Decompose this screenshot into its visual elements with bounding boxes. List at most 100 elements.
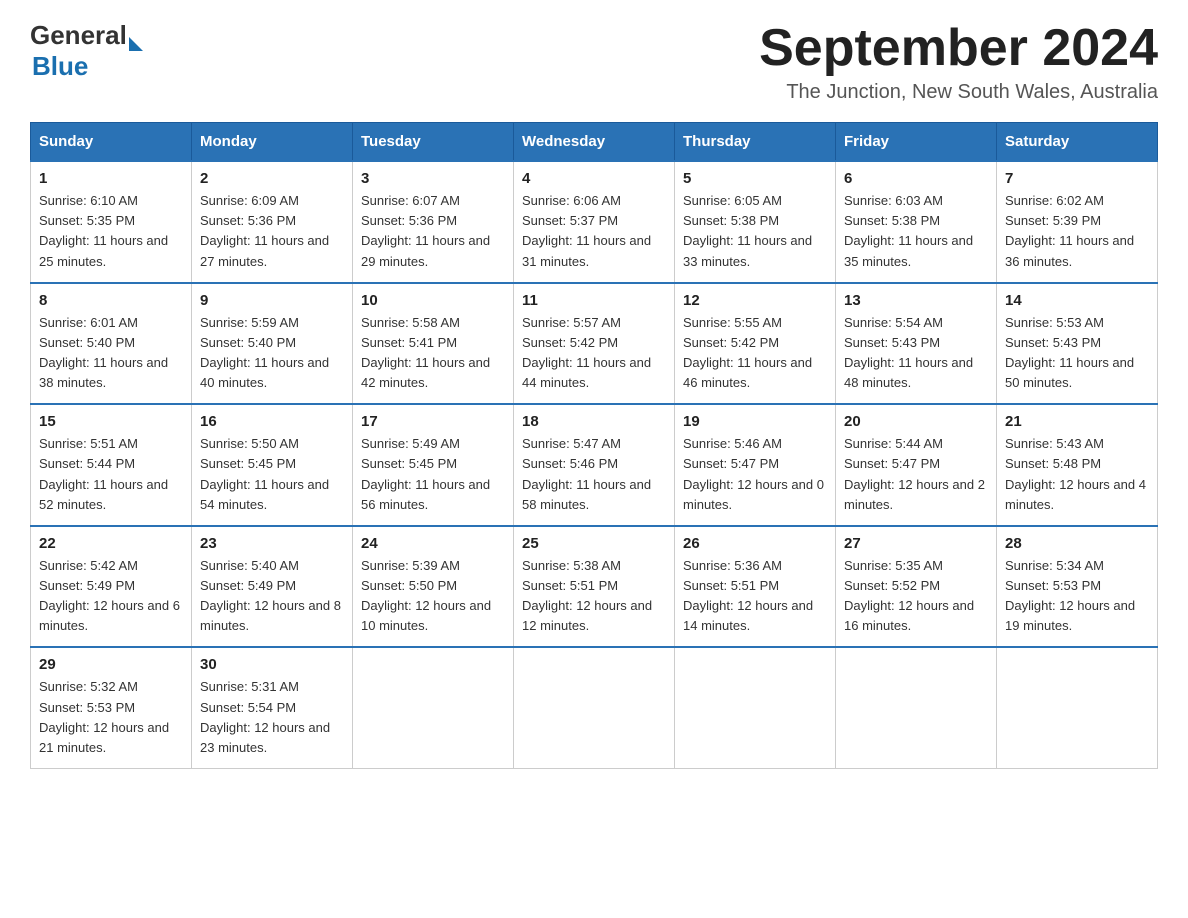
day-number: 30 bbox=[200, 656, 344, 673]
day-info: Sunrise: 6:10 AMSunset: 5:35 PMDaylight:… bbox=[39, 191, 183, 272]
day-cell: 3Sunrise: 6:07 AMSunset: 5:36 PMDaylight… bbox=[353, 161, 514, 283]
day-number: 15 bbox=[39, 413, 183, 430]
day-info: Sunrise: 6:07 AMSunset: 5:36 PMDaylight:… bbox=[361, 191, 505, 272]
day-info: Sunrise: 5:54 AMSunset: 5:43 PMDaylight:… bbox=[844, 313, 988, 394]
day-cell bbox=[675, 647, 836, 768]
day-cell: 13 Sunrise: 5:54 AMSunset: 5:43 PMDayligh… bbox=[836, 283, 997, 405]
day-header-saturday: Saturday bbox=[997, 123, 1158, 162]
day-info: Sunrise: 5:36 AMSunset: 5:51 PMDaylight:… bbox=[683, 556, 827, 637]
day-cell bbox=[353, 647, 514, 768]
day-cell bbox=[514, 647, 675, 768]
day-cell: 19Sunrise: 5:46 AMSunset: 5:47 PMDayligh… bbox=[675, 404, 836, 526]
day-info: Sunrise: 5:40 AMSunset: 5:49 PMDaylight:… bbox=[200, 556, 344, 637]
day-cell: 17 Sunrise: 5:49 AMSunset: 5:45 PMDayligh… bbox=[353, 404, 514, 526]
day-info: Sunrise: 5:39 AMSunset: 5:50 PMDaylight:… bbox=[361, 556, 505, 637]
day-number: 4 bbox=[522, 170, 666, 187]
day-info: Sunrise: 5:51 AMSunset: 5:44 PMDaylight:… bbox=[39, 434, 183, 515]
day-cell: 21 Sunrise: 5:43 AMSunset: 5:48 PMDayligh… bbox=[997, 404, 1158, 526]
day-number: 23 bbox=[200, 535, 344, 552]
day-info: Sunrise: 5:44 AMSunset: 5:47 PMDaylight:… bbox=[844, 434, 988, 515]
day-cell: 2Sunrise: 6:09 AMSunset: 5:36 PMDaylight… bbox=[192, 161, 353, 283]
day-cell: 16 Sunrise: 5:50 AMSunset: 5:45 PMDayligh… bbox=[192, 404, 353, 526]
day-cell: 7Sunrise: 6:02 AMSunset: 5:39 PMDaylight… bbox=[997, 161, 1158, 283]
location-subtitle: The Junction, New South Wales, Australia bbox=[759, 81, 1158, 104]
day-cell: 14 Sunrise: 5:53 AMSunset: 5:43 PMDayligh… bbox=[997, 283, 1158, 405]
day-info: Sunrise: 5:58 AMSunset: 5:41 PMDaylight:… bbox=[361, 313, 505, 394]
day-cell: 5Sunrise: 6:05 AMSunset: 5:38 PMDaylight… bbox=[675, 161, 836, 283]
day-cell: 25Sunrise: 5:38 AMSunset: 5:51 PMDayligh… bbox=[514, 526, 675, 648]
day-number: 11 bbox=[522, 292, 666, 309]
logo-blue: Blue bbox=[32, 51, 143, 82]
day-cell bbox=[997, 647, 1158, 768]
day-cell: 9 Sunrise: 5:59 AMSunset: 5:40 PMDaylight… bbox=[192, 283, 353, 405]
day-cell: 6 Sunrise: 6:03 AMSunset: 5:38 PMDaylight… bbox=[836, 161, 997, 283]
week-row-3: 15 Sunrise: 5:51 AMSunset: 5:44 PMDayligh… bbox=[31, 404, 1158, 526]
day-cell: 11 Sunrise: 5:57 AMSunset: 5:42 PMDayligh… bbox=[514, 283, 675, 405]
week-row-4: 22 Sunrise: 5:42 AMSunset: 5:49 PMDayligh… bbox=[31, 526, 1158, 648]
page-header: General Blue September 2024 The Junction… bbox=[30, 20, 1158, 104]
title-section: September 2024 The Junction, New South W… bbox=[759, 20, 1158, 104]
day-cell: 23 Sunrise: 5:40 AMSunset: 5:49 PMDayligh… bbox=[192, 526, 353, 648]
day-info: Sunrise: 5:43 AMSunset: 5:48 PMDaylight:… bbox=[1005, 434, 1149, 515]
day-number: 6 bbox=[844, 170, 988, 187]
day-info: Sunrise: 6:09 AMSunset: 5:36 PMDaylight:… bbox=[200, 191, 344, 272]
month-title: September 2024 bbox=[759, 20, 1158, 77]
day-number: 1 bbox=[39, 170, 183, 187]
day-info: Sunrise: 5:42 AMSunset: 5:49 PMDaylight:… bbox=[39, 556, 183, 637]
day-cell: 15 Sunrise: 5:51 AMSunset: 5:44 PMDayligh… bbox=[31, 404, 192, 526]
day-info: Sunrise: 6:01 AMSunset: 5:40 PMDaylight:… bbox=[39, 313, 183, 394]
day-number: 29 bbox=[39, 656, 183, 673]
day-number: 24 bbox=[361, 535, 505, 552]
day-info: Sunrise: 5:55 AMSunset: 5:42 PMDaylight:… bbox=[683, 313, 827, 394]
day-header-monday: Monday bbox=[192, 123, 353, 162]
day-cell: 26 Sunrise: 5:36 AMSunset: 5:51 PMDayligh… bbox=[675, 526, 836, 648]
day-cell: 4 Sunrise: 6:06 AMSunset: 5:37 PMDaylight… bbox=[514, 161, 675, 283]
day-number: 21 bbox=[1005, 413, 1149, 430]
day-number: 22 bbox=[39, 535, 183, 552]
logo-general: General bbox=[30, 20, 127, 51]
logo: General Blue bbox=[30, 20, 143, 82]
day-number: 19 bbox=[683, 413, 827, 430]
day-info: Sunrise: 5:32 AMSunset: 5:53 PMDaylight:… bbox=[39, 677, 183, 758]
day-cell: 29 Sunrise: 5:32 AMSunset: 5:53 PMDayligh… bbox=[31, 647, 192, 768]
day-number: 17 bbox=[361, 413, 505, 430]
day-cell: 10 Sunrise: 5:58 AMSunset: 5:41 PMDayligh… bbox=[353, 283, 514, 405]
day-cell: 12 Sunrise: 5:55 AMSunset: 5:42 PMDayligh… bbox=[675, 283, 836, 405]
day-cell: 1 Sunrise: 6:10 AMSunset: 5:35 PMDaylight… bbox=[31, 161, 192, 283]
day-info: Sunrise: 5:31 AMSunset: 5:54 PMDaylight:… bbox=[200, 677, 344, 758]
day-number: 14 bbox=[1005, 292, 1149, 309]
day-info: Sunrise: 5:53 AMSunset: 5:43 PMDaylight:… bbox=[1005, 313, 1149, 394]
day-header-sunday: Sunday bbox=[31, 123, 192, 162]
day-cell: 27Sunrise: 5:35 AMSunset: 5:52 PMDayligh… bbox=[836, 526, 997, 648]
day-cell: 28Sunrise: 5:34 AMSunset: 5:53 PMDayligh… bbox=[997, 526, 1158, 648]
day-header-thursday: Thursday bbox=[675, 123, 836, 162]
day-number: 13 bbox=[844, 292, 988, 309]
day-number: 26 bbox=[683, 535, 827, 552]
day-header-wednesday: Wednesday bbox=[514, 123, 675, 162]
day-info: Sunrise: 6:03 AMSunset: 5:38 PMDaylight:… bbox=[844, 191, 988, 272]
day-number: 10 bbox=[361, 292, 505, 309]
week-row-1: 1 Sunrise: 6:10 AMSunset: 5:35 PMDaylight… bbox=[31, 161, 1158, 283]
calendar-table: SundayMondayTuesdayWednesdayThursdayFrid… bbox=[30, 122, 1158, 769]
day-info: Sunrise: 5:47 AMSunset: 5:46 PMDaylight:… bbox=[522, 434, 666, 515]
day-header-tuesday: Tuesday bbox=[353, 123, 514, 162]
day-number: 18 bbox=[522, 413, 666, 430]
day-number: 12 bbox=[683, 292, 827, 309]
day-number: 25 bbox=[522, 535, 666, 552]
day-number: 7 bbox=[1005, 170, 1149, 187]
day-info: Sunrise: 5:59 AMSunset: 5:40 PMDaylight:… bbox=[200, 313, 344, 394]
day-info: Sunrise: 6:06 AMSunset: 5:37 PMDaylight:… bbox=[522, 191, 666, 272]
day-cell: 8 Sunrise: 6:01 AMSunset: 5:40 PMDaylight… bbox=[31, 283, 192, 405]
day-info: Sunrise: 5:50 AMSunset: 5:45 PMDaylight:… bbox=[200, 434, 344, 515]
day-number: 27 bbox=[844, 535, 988, 552]
day-cell: 24 Sunrise: 5:39 AMSunset: 5:50 PMDayligh… bbox=[353, 526, 514, 648]
day-info: Sunrise: 5:57 AMSunset: 5:42 PMDaylight:… bbox=[522, 313, 666, 394]
day-info: Sunrise: 5:49 AMSunset: 5:45 PMDaylight:… bbox=[361, 434, 505, 515]
day-number: 9 bbox=[200, 292, 344, 309]
logo-arrow-icon bbox=[129, 37, 143, 51]
day-number: 28 bbox=[1005, 535, 1149, 552]
day-number: 16 bbox=[200, 413, 344, 430]
day-number: 8 bbox=[39, 292, 183, 309]
days-header-row: SundayMondayTuesdayWednesdayThursdayFrid… bbox=[31, 123, 1158, 162]
week-row-2: 8 Sunrise: 6:01 AMSunset: 5:40 PMDaylight… bbox=[31, 283, 1158, 405]
